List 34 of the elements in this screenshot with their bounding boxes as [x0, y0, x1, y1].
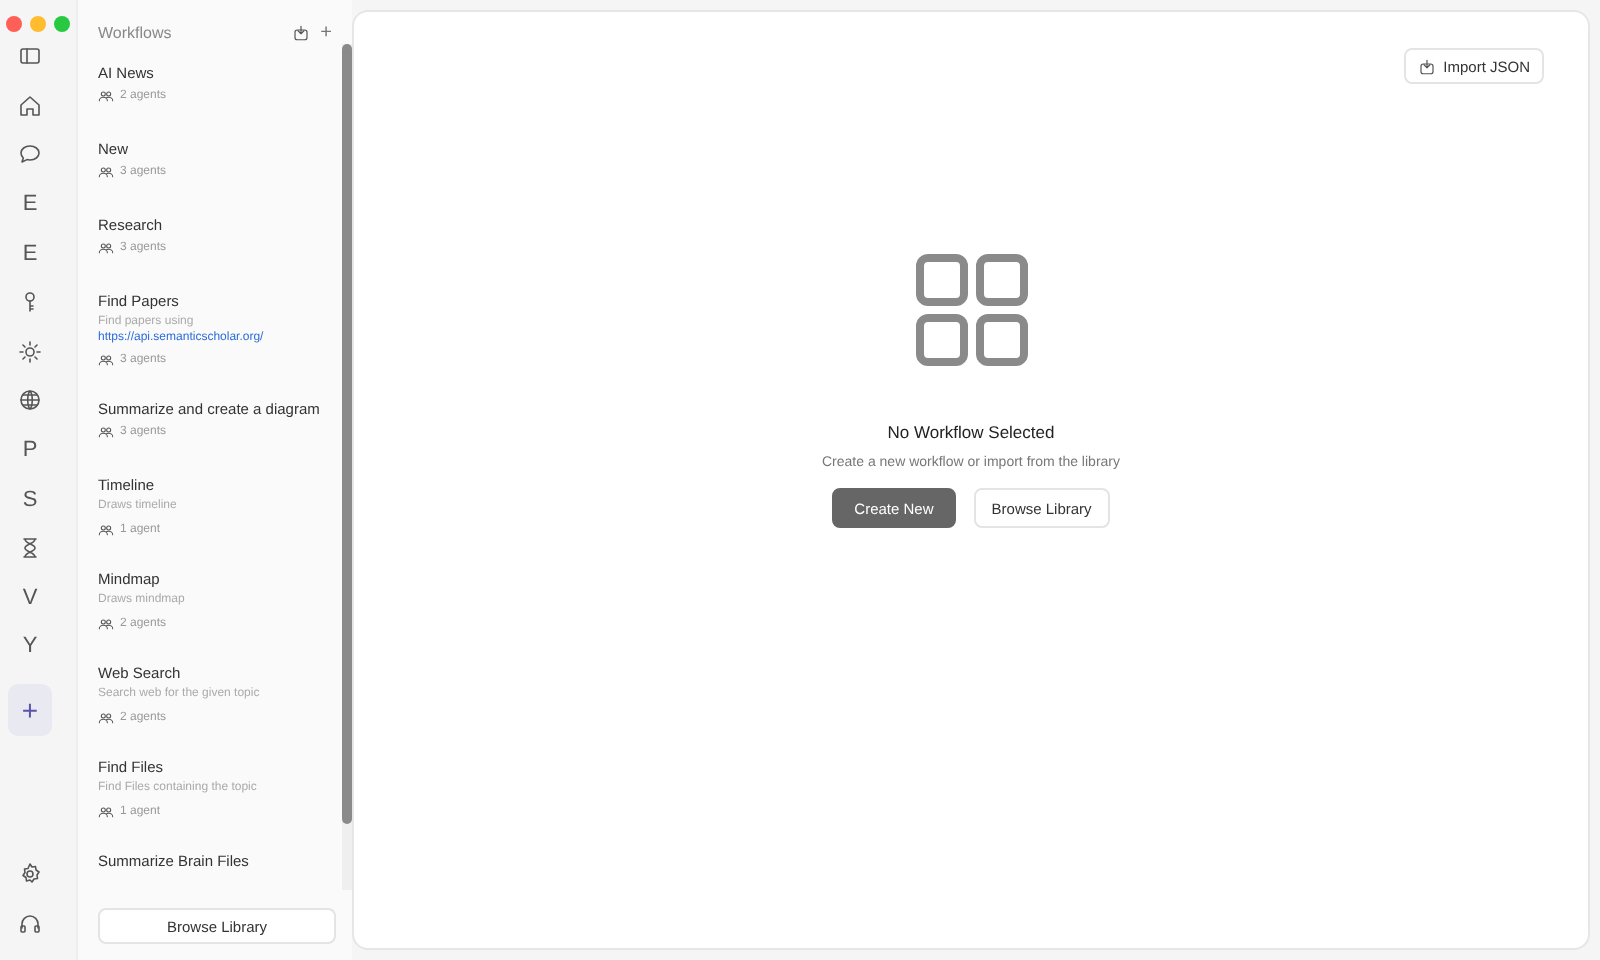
import-icon [1417, 57, 1436, 75]
people-icon [98, 240, 114, 256]
people-icon [98, 709, 114, 725]
hourglass-icon [18, 536, 42, 561]
people-icon [98, 424, 114, 440]
gear-icon [18, 862, 42, 887]
sun-icon [18, 339, 42, 364]
people-icon [98, 352, 114, 368]
people-icon [98, 521, 114, 537]
nav-button[interactable]: E [8, 228, 52, 278]
headset-icon [18, 911, 42, 936]
minimize-dot[interactable] [30, 16, 46, 32]
people-icon [98, 615, 114, 631]
scrollbar-thumb[interactable] [342, 44, 352, 824]
people-icon [98, 88, 114, 104]
nav-button[interactable]: E [8, 179, 52, 229]
globe-icon [18, 388, 42, 413]
people-icon [98, 164, 114, 180]
nav-button[interactable]: V [8, 573, 52, 623]
chat-bubble-icon [18, 142, 42, 167]
sidebar-icon [18, 44, 42, 69]
import-icon [292, 23, 311, 41]
maximize-dot[interactable] [54, 16, 70, 32]
house-icon [18, 93, 42, 118]
people-icon [98, 803, 114, 819]
nav-button[interactable]: Y [8, 622, 52, 672]
grid-icon [915, 254, 1027, 366]
empty-state-title: No Workflow Selected [887, 422, 1055, 442]
close-dot[interactable] [6, 16, 22, 32]
add-button[interactable]: + [8, 683, 52, 736]
nav-button[interactable]: S [8, 474, 52, 524]
add-workflow-button[interactable]: + [320, 21, 332, 43]
sidebar-title: Workflows [98, 23, 172, 41]
nav-button[interactable]: P [8, 425, 52, 475]
